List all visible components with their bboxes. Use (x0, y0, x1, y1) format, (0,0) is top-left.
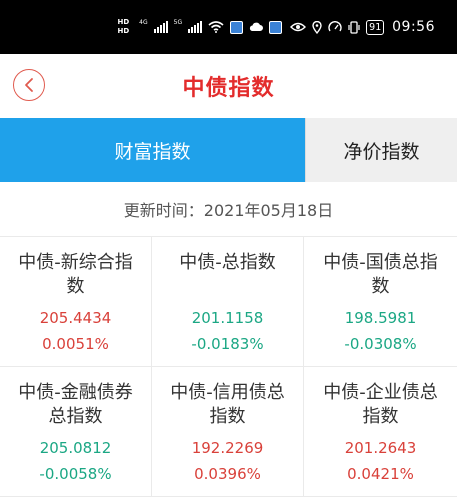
hd-indicator: HD HD (117, 18, 129, 36)
index-grid: 中债-新综合指数 205.4434 0.0051% 中债-总指数 201.115… (0, 236, 457, 497)
index-change: 0.0051% (42, 335, 109, 353)
index-name: 中债-金融债券总指数 (18, 382, 133, 427)
signal-group: HD HD 4G 5G (117, 18, 283, 36)
tab-net-price-index[interactable]: 净价指数 (305, 118, 457, 182)
title-bar: 中债指数 (0, 54, 457, 118)
index-card-enterprise-bond[interactable]: 中债-企业债总指数 201.2643 0.0421% (304, 367, 457, 497)
wifi-icon (208, 21, 224, 33)
index-change: 0.0396% (194, 465, 261, 483)
signal-bars-icon-2 (188, 21, 203, 33)
index-card-treasury[interactable]: 中债-国债总指数 198.5981 -0.0308% (304, 237, 457, 367)
app-notification-icon (230, 20, 244, 34)
index-card-financial-bond[interactable]: 中债-金融债券总指数 205.0812 -0.0058% (0, 367, 152, 497)
system-icons: 91 09:56 (290, 19, 435, 35)
tab-wealth-index[interactable]: 财富指数 (0, 118, 305, 182)
battery-icon: 91 (366, 19, 385, 35)
index-value: 201.2643 (344, 439, 417, 457)
signal-bars-icon (153, 21, 168, 33)
speedometer-icon (328, 21, 342, 32)
app-notification-icon-2 (269, 20, 283, 34)
cloud-icon (250, 22, 264, 31)
location-icon (312, 20, 322, 34)
index-change: -0.0308% (344, 335, 417, 353)
chevron-left-icon (25, 78, 33, 92)
index-value: 192.2269 (191, 439, 264, 457)
index-value: 198.5981 (344, 309, 417, 327)
index-name: 中债-信用债总指数 (170, 382, 285, 427)
update-time-label: 更新时间： (123, 201, 204, 220)
network-5g-label: 5G (173, 19, 183, 26)
index-name: 中债-总指数 (179, 252, 276, 273)
update-time: 更新时间： 2021年05月18日 (0, 182, 457, 236)
hd-label-2: HD (117, 27, 130, 35)
update-time-date: 2021年05月18日 (203, 201, 334, 220)
index-change: -0.0058% (39, 465, 112, 483)
hd-label-1: HD (117, 18, 130, 26)
index-card-credit-bond[interactable]: 中债-信用债总指数 192.2269 0.0396% (152, 367, 304, 497)
index-change: -0.0183% (191, 335, 264, 353)
index-name: 中债-企业债总指数 (323, 382, 438, 427)
index-value: 205.4434 (39, 309, 112, 327)
status-bar: HD HD 4G 5G 91 09:56 (0, 0, 457, 54)
page-title: 中债指数 (182, 76, 275, 101)
eye-icon (290, 22, 307, 32)
index-change: 0.0421% (347, 465, 414, 483)
index-card-new-composite[interactable]: 中债-新综合指数 205.4434 0.0051% (0, 237, 152, 367)
index-value: 205.0812 (39, 439, 112, 457)
index-type-tabs: 财富指数 净价指数 (0, 118, 457, 182)
network-4g-label: 4G (139, 19, 148, 26)
back-button[interactable] (13, 69, 45, 101)
index-name: 中债-国债总指数 (323, 252, 438, 297)
index-value: 201.1158 (191, 309, 264, 327)
clock-time: 09:56 (392, 19, 435, 35)
index-name: 中债-新综合指数 (18, 252, 133, 297)
index-card-total[interactable]: 中债-总指数 201.1158 -0.0183% (152, 237, 304, 367)
vibrate-icon (348, 20, 360, 34)
